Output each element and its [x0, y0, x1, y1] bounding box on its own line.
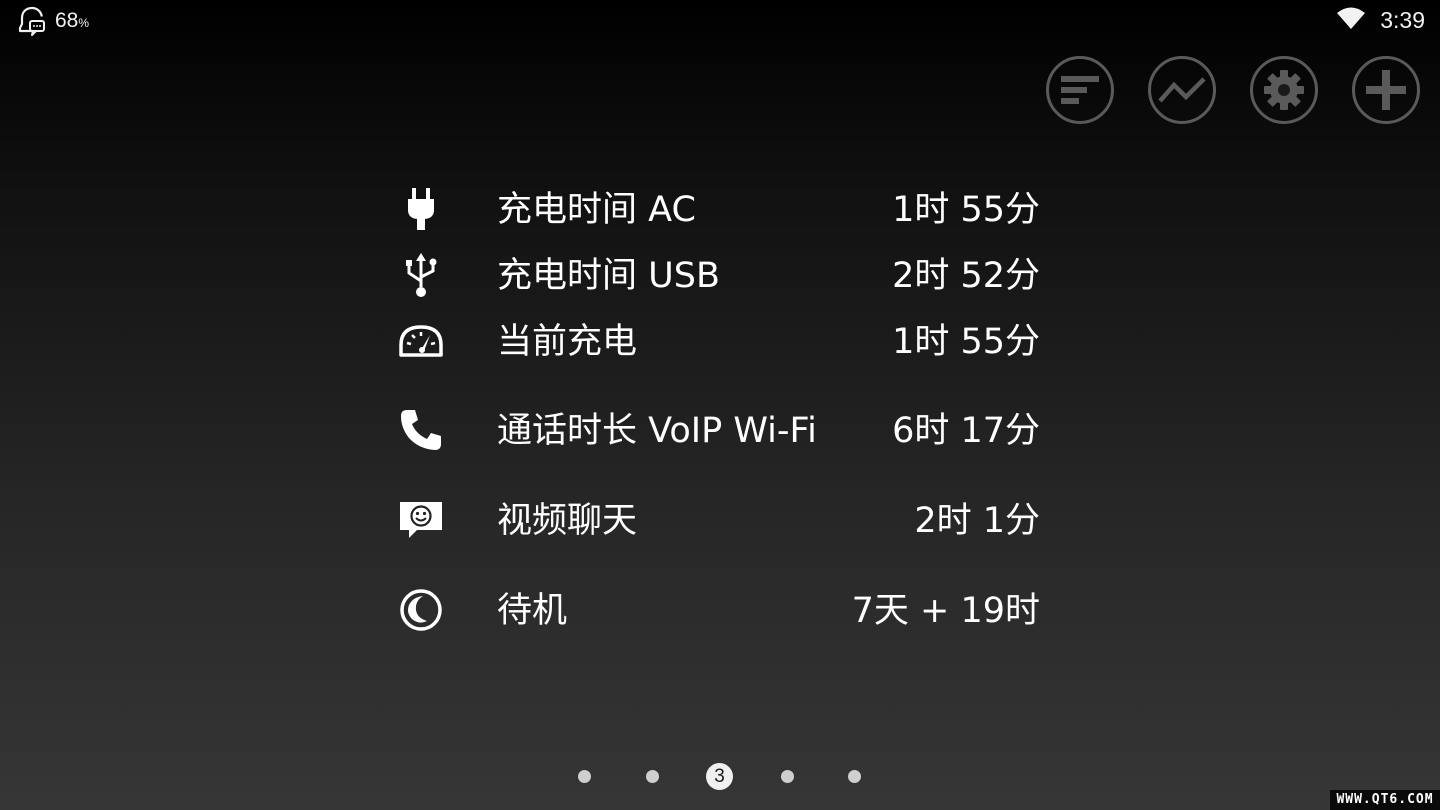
- settings-button[interactable]: [1250, 56, 1318, 124]
- status-bar: 68% 3:39: [0, 0, 1440, 42]
- notification-app-icon: [18, 6, 46, 36]
- page-indicator: 3: [0, 762, 1440, 790]
- phone-icon: [396, 405, 446, 455]
- line-chart-icon: [1158, 73, 1206, 107]
- stat-label: 当前充电: [497, 322, 638, 362]
- video-chat-icon: [396, 495, 446, 545]
- battery-percentage: 68%: [55, 9, 90, 32]
- page-dot[interactable]: [646, 770, 659, 783]
- list-item: 通话时长 VoIP Wi-Fi 6时 17分: [396, 397, 1044, 457]
- status-clock: 3:39: [1380, 6, 1425, 33]
- stat-label: 视频聊天: [497, 501, 638, 541]
- wifi-icon: [1336, 6, 1366, 34]
- stat-value: 1时 55分: [892, 322, 1040, 362]
- plus-icon: [1363, 67, 1409, 113]
- plug-icon: [396, 184, 446, 234]
- watermark: WWW.QT6.COM: [1330, 790, 1440, 810]
- status-right: 3:39: [1336, 6, 1425, 34]
- list-item: 待机 7天 + 19时: [396, 577, 1044, 637]
- list-item: 充电时间 USB 2时 52分: [396, 242, 1044, 302]
- stat-label: 待机: [497, 591, 568, 631]
- page-dot[interactable]: [578, 770, 591, 783]
- stat-value: 7天 + 19时: [851, 591, 1040, 631]
- page-dot-current[interactable]: 3: [706, 763, 733, 790]
- usb-icon: [396, 250, 446, 300]
- status-left: 68%: [18, 6, 89, 36]
- page-dot[interactable]: [848, 770, 861, 783]
- list-item: 视频聊天 2时 1分: [396, 487, 1044, 547]
- summary-button[interactable]: [1046, 56, 1114, 124]
- toolbar: [1046, 56, 1426, 130]
- stat-value: 6时 17分: [892, 411, 1040, 451]
- speedometer-icon: [396, 316, 446, 366]
- list-item: 当前充电 1时 55分: [396, 308, 1044, 368]
- stat-value: 2时 1分: [914, 501, 1040, 541]
- bar-list-icon: [1057, 72, 1103, 108]
- history-graph-button[interactable]: [1148, 56, 1216, 124]
- add-button[interactable]: [1352, 56, 1420, 124]
- stat-label: 充电时间 USB: [497, 256, 720, 296]
- moon-icon: [396, 585, 446, 635]
- stat-label: 通话时长 VoIP Wi-Fi: [497, 411, 817, 451]
- gear-icon: [1261, 67, 1307, 113]
- stat-label: 充电时间 AC: [497, 190, 696, 230]
- stat-value: 1时 55分: [892, 190, 1040, 230]
- stat-value: 2时 52分: [892, 256, 1040, 296]
- page-dot[interactable]: [781, 770, 794, 783]
- list-item: 充电时间 AC 1时 55分: [396, 176, 1044, 236]
